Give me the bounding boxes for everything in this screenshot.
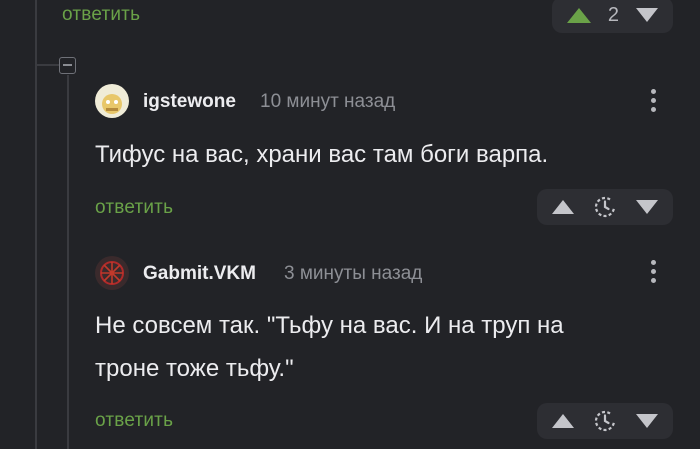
timestamp: 3 минуты назад	[284, 263, 423, 284]
vote-bar	[537, 403, 673, 439]
comment-text-line-1: Не совсем так. "Тьфу на вас. И на труп н…	[95, 312, 564, 339]
comment-text: Тифус на вас, храни вас там боги варпа.	[95, 141, 549, 168]
thread-line-inner	[67, 75, 69, 449]
clock-icon	[594, 410, 616, 432]
reply-button-top[interactable]: ответить	[62, 4, 140, 26]
upvote-icon[interactable]	[566, 7, 591, 23]
thread-branch	[35, 64, 61, 66]
reply-button[interactable]: ответить	[95, 197, 173, 219]
avatar[interactable]	[95, 84, 129, 118]
more-options-icon[interactable]	[650, 87, 656, 114]
score-value: 2	[607, 3, 620, 26]
upvote-icon[interactable]	[552, 200, 575, 214]
clock-icon	[594, 196, 616, 218]
vote-bar-top: 2	[552, 0, 673, 33]
reply-button[interactable]: ответить	[95, 410, 173, 432]
avatar[interactable]	[95, 256, 129, 290]
collapse-icon[interactable]	[59, 57, 76, 74]
thread-line-outer	[35, 0, 37, 449]
vote-bar	[537, 189, 673, 225]
more-options-icon[interactable]	[650, 258, 656, 285]
username[interactable]: igstewone	[143, 91, 236, 113]
timestamp: 10 минут назад	[260, 91, 396, 112]
downvote-icon[interactable]	[635, 414, 658, 428]
downvote-icon[interactable]	[636, 8, 659, 22]
downvote-icon[interactable]	[635, 200, 658, 214]
comment-text-line-2: троне тоже тьфу."	[95, 355, 294, 382]
upvote-icon[interactable]	[552, 414, 575, 428]
username[interactable]: Gabmit.VKM	[143, 263, 256, 285]
